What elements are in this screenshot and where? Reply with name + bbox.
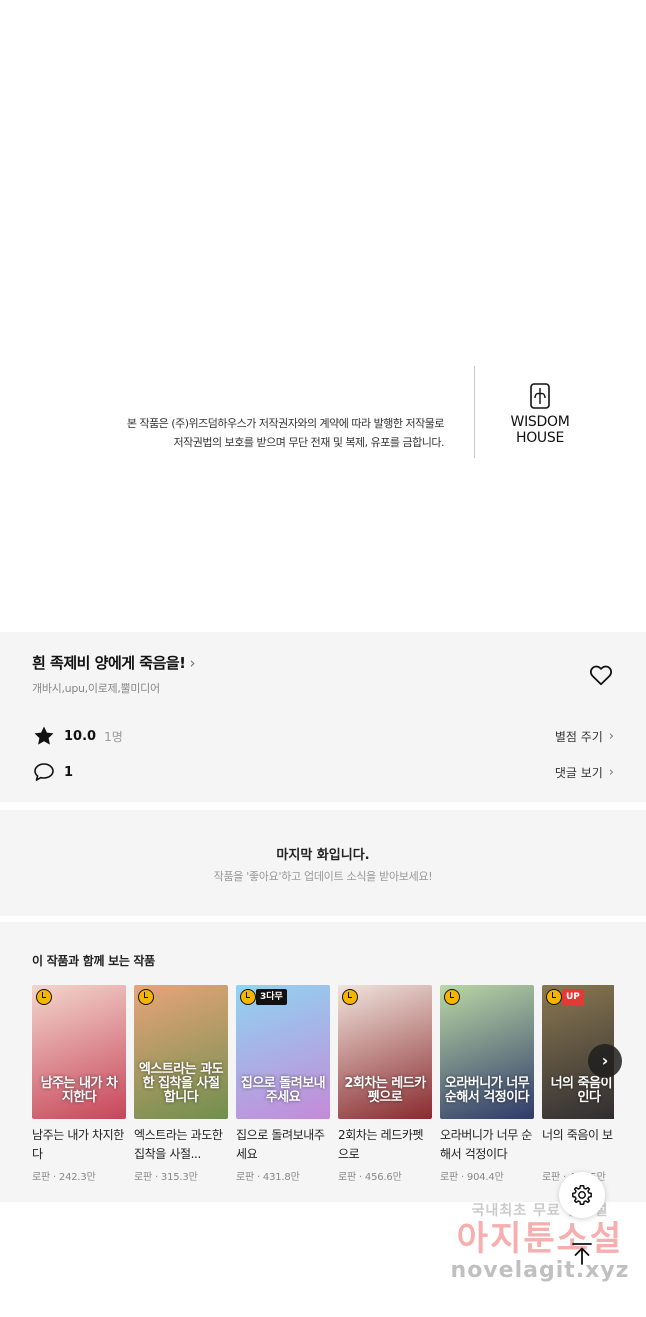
cover-title-art: 오라버니가 너무 순해서 걱정이다: [444, 1076, 530, 1105]
wait-free-clock-icon: [546, 989, 562, 1005]
recommendation-cover[interactable]: 남주는 내가 차지한다: [32, 985, 126, 1119]
recommendation-card[interactable]: UP너의 죽음이 보인다너의 죽음이 보로판 · 440.5만: [542, 985, 614, 1185]
chevron-right-icon: ›: [608, 728, 614, 744]
last-episode-title: 마지막 화입니다.: [276, 848, 370, 863]
copyright-notice: 본 작품은 (주)위즈덤하우스가 저작권자와의 계약에 따라 발행한 저작물로 …: [0, 362, 646, 462]
chevron-right-icon: ›: [608, 764, 614, 780]
copyright-line-1: 본 작품은 (주)위즈덤하우스가 저작권자와의 계약에 따라 발행한 저작물로: [126, 417, 445, 430]
copyright-text: 본 작품은 (주)위즈덤하우스가 저작권자와의 계약에 따라 발행한 저작물로 …: [126, 414, 445, 452]
publisher-logo: WISDOM HOUSE: [505, 382, 575, 446]
series-info-panel: 흰 족제비 양에게 죽음을! › 개바시,upu,이로제,뿔미디어 10.0 1…: [0, 632, 646, 802]
recommendation-meta: 로판 · 431.8만: [236, 1172, 300, 1183]
viewer-settings-button[interactable]: [559, 1172, 605, 1218]
recommendation-title[interactable]: 오라버니가 너무 순해서 걱정이다: [440, 1126, 534, 1164]
like-button[interactable]: [588, 662, 614, 688]
chevron-right-icon: ›: [601, 1051, 609, 1070]
recommendation-card[interactable]: 엑스트라는 과도한 집착을 사절합니다엑스트라는 과도한 집착을 사절... 로판…: [134, 985, 228, 1185]
recommendation-cover[interactable]: 오라버니가 너무 순해서 걱정이다: [440, 985, 534, 1119]
rate-button-label: 별점 주기: [554, 729, 603, 744]
series-title-link[interactable]: 흰 족제비 양에게 죽음을! ›: [32, 652, 196, 673]
cover-title-art: 남주는 내가 차지한다: [40, 1076, 118, 1105]
wait-free-clock-icon: [36, 989, 52, 1005]
recommendation-title[interactable]: 집으로 돌려보내주세요: [236, 1126, 330, 1164]
star-icon: [34, 726, 54, 745]
series-creators: 개바시,upu,이로제,뿔미디어: [32, 682, 160, 695]
rating-count: 1명: [104, 729, 123, 744]
chevron-right-icon: ›: [189, 653, 196, 672]
last-episode-panel: 마지막 화입니다. 작품을 '좋아요'하고 업데이트 소식을 받아보세요!: [0, 810, 646, 916]
recommendations-heading: 이 작품과 함께 보는 작품: [32, 954, 155, 968]
recommendation-card[interactable]: 3다무 집으로 돌려보내주세요 집으로 돌려보내주세요 로판 · 431.8만: [236, 985, 330, 1185]
recommendation-title[interactable]: 엑스트라는 과도한 집착을 사절...: [134, 1126, 228, 1164]
wait-free-clock-icon: [138, 989, 154, 1005]
cover-title-art: 엑스트라는 과도한 집착을 사절합니다: [138, 1062, 224, 1105]
publisher-emblem-icon: [530, 383, 550, 409]
arrow-up-to-top-icon: [572, 1243, 592, 1265]
publisher-name-line-2: HOUSE: [515, 430, 565, 446]
recommendation-meta: 로판 · 904.4만: [440, 1172, 504, 1183]
cover-title-art: 집으로 돌려보내주세요: [240, 1076, 326, 1105]
wait-free-clock-icon: [342, 989, 358, 1005]
last-episode-subtitle: 작품을 '좋아요'하고 업데이트 소식을 받아보세요!: [213, 870, 433, 883]
recommendation-meta: 로판 · 242.3만: [32, 1172, 96, 1183]
rating-row: 10.0 1명 별점 주기 ›: [32, 722, 614, 750]
rating-value: 10.0: [64, 728, 97, 744]
carousel-next-button[interactable]: ›: [588, 1044, 622, 1078]
wait-free-clock-icon: [444, 989, 460, 1005]
wait-free-clock-icon: [240, 989, 256, 1005]
comments-row: 1 댓글 보기 ›: [32, 758, 614, 786]
comment-bubble-icon: [34, 763, 54, 781]
watermark-line-2: 아지툰소설: [456, 1219, 624, 1259]
recommendation-title[interactable]: 2회차는 레드카펫으로: [338, 1126, 432, 1164]
site-watermark: 국내최초 무료 웹소설 아지툰소설 novelagit.xyz: [440, 1200, 640, 1283]
notice-divider: [474, 366, 475, 458]
recommendation-title[interactable]: 남주는 내가 차지한다: [32, 1126, 126, 1164]
cover-title-art: 2회차는 레드카펫으로: [344, 1076, 426, 1105]
heart-icon: [589, 665, 613, 686]
view-comments-button[interactable]: 댓글 보기 ›: [555, 764, 614, 781]
gear-icon: [572, 1185, 592, 1205]
copyright-line-2: 저작권법의 보호를 받으며 무단 전재 및 복제, 유포를 금합니다.: [173, 436, 445, 449]
recommendations-carousel[interactable]: 남주는 내가 차지한다 남주는 내가 차지한다 로판 · 242.3만 엑스트라는 과…: [32, 985, 614, 1185]
recommendation-cover[interactable]: 2회차는 레드카펫으로: [338, 985, 432, 1119]
recommendation-card[interactable]: 남주는 내가 차지한다 남주는 내가 차지한다 로판 · 242.3만: [32, 985, 126, 1185]
update-badge: UP: [562, 989, 584, 1005]
recommendation-card[interactable]: 2회차는 레드카펫으로 2회차는 레드카펫으로로판 · 456.6만: [338, 985, 432, 1185]
recommendation-meta: 로판 · 456.6만: [338, 1172, 402, 1183]
view-comments-label: 댓글 보기: [554, 765, 603, 780]
series-title: 흰 족제비 양에게 죽음을!: [32, 654, 186, 672]
rate-button[interactable]: 별점 주기 ›: [555, 728, 614, 745]
comment-count: 1: [64, 764, 74, 780]
recommendations-panel: 이 작품과 함께 보는 작품 남주는 내가 차지한다 남주는 내가 차지한다 로판 …: [0, 922, 646, 1202]
recommendation-meta: 로판 · 315.3만: [134, 1172, 198, 1183]
scroll-to-top-button[interactable]: [566, 1238, 598, 1270]
publisher-name-line-1: WISDOM: [510, 414, 570, 430]
cover-title-art: 너의 죽음이 보인다: [550, 1076, 614, 1105]
watermark-line-1: 국내최초 무료 웹소설: [471, 1203, 609, 1219]
recommendation-title[interactable]: 너의 죽음이 보: [542, 1126, 614, 1164]
recommendation-card[interactable]: 오라버니가 너무 순해서 걱정이다 오라버니가 너무 순해서 걱정이다 로판 · 9…: [440, 985, 534, 1185]
recommendation-cover[interactable]: 엑스트라는 과도한 집착을 사절합니다: [134, 985, 228, 1119]
free-episodes-badge: 3다무: [256, 989, 287, 1005]
recommendation-cover[interactable]: 3다무집으로 돌려보내주세요: [236, 985, 330, 1119]
watermark-line-3: novelagit.xyz: [450, 1258, 630, 1283]
